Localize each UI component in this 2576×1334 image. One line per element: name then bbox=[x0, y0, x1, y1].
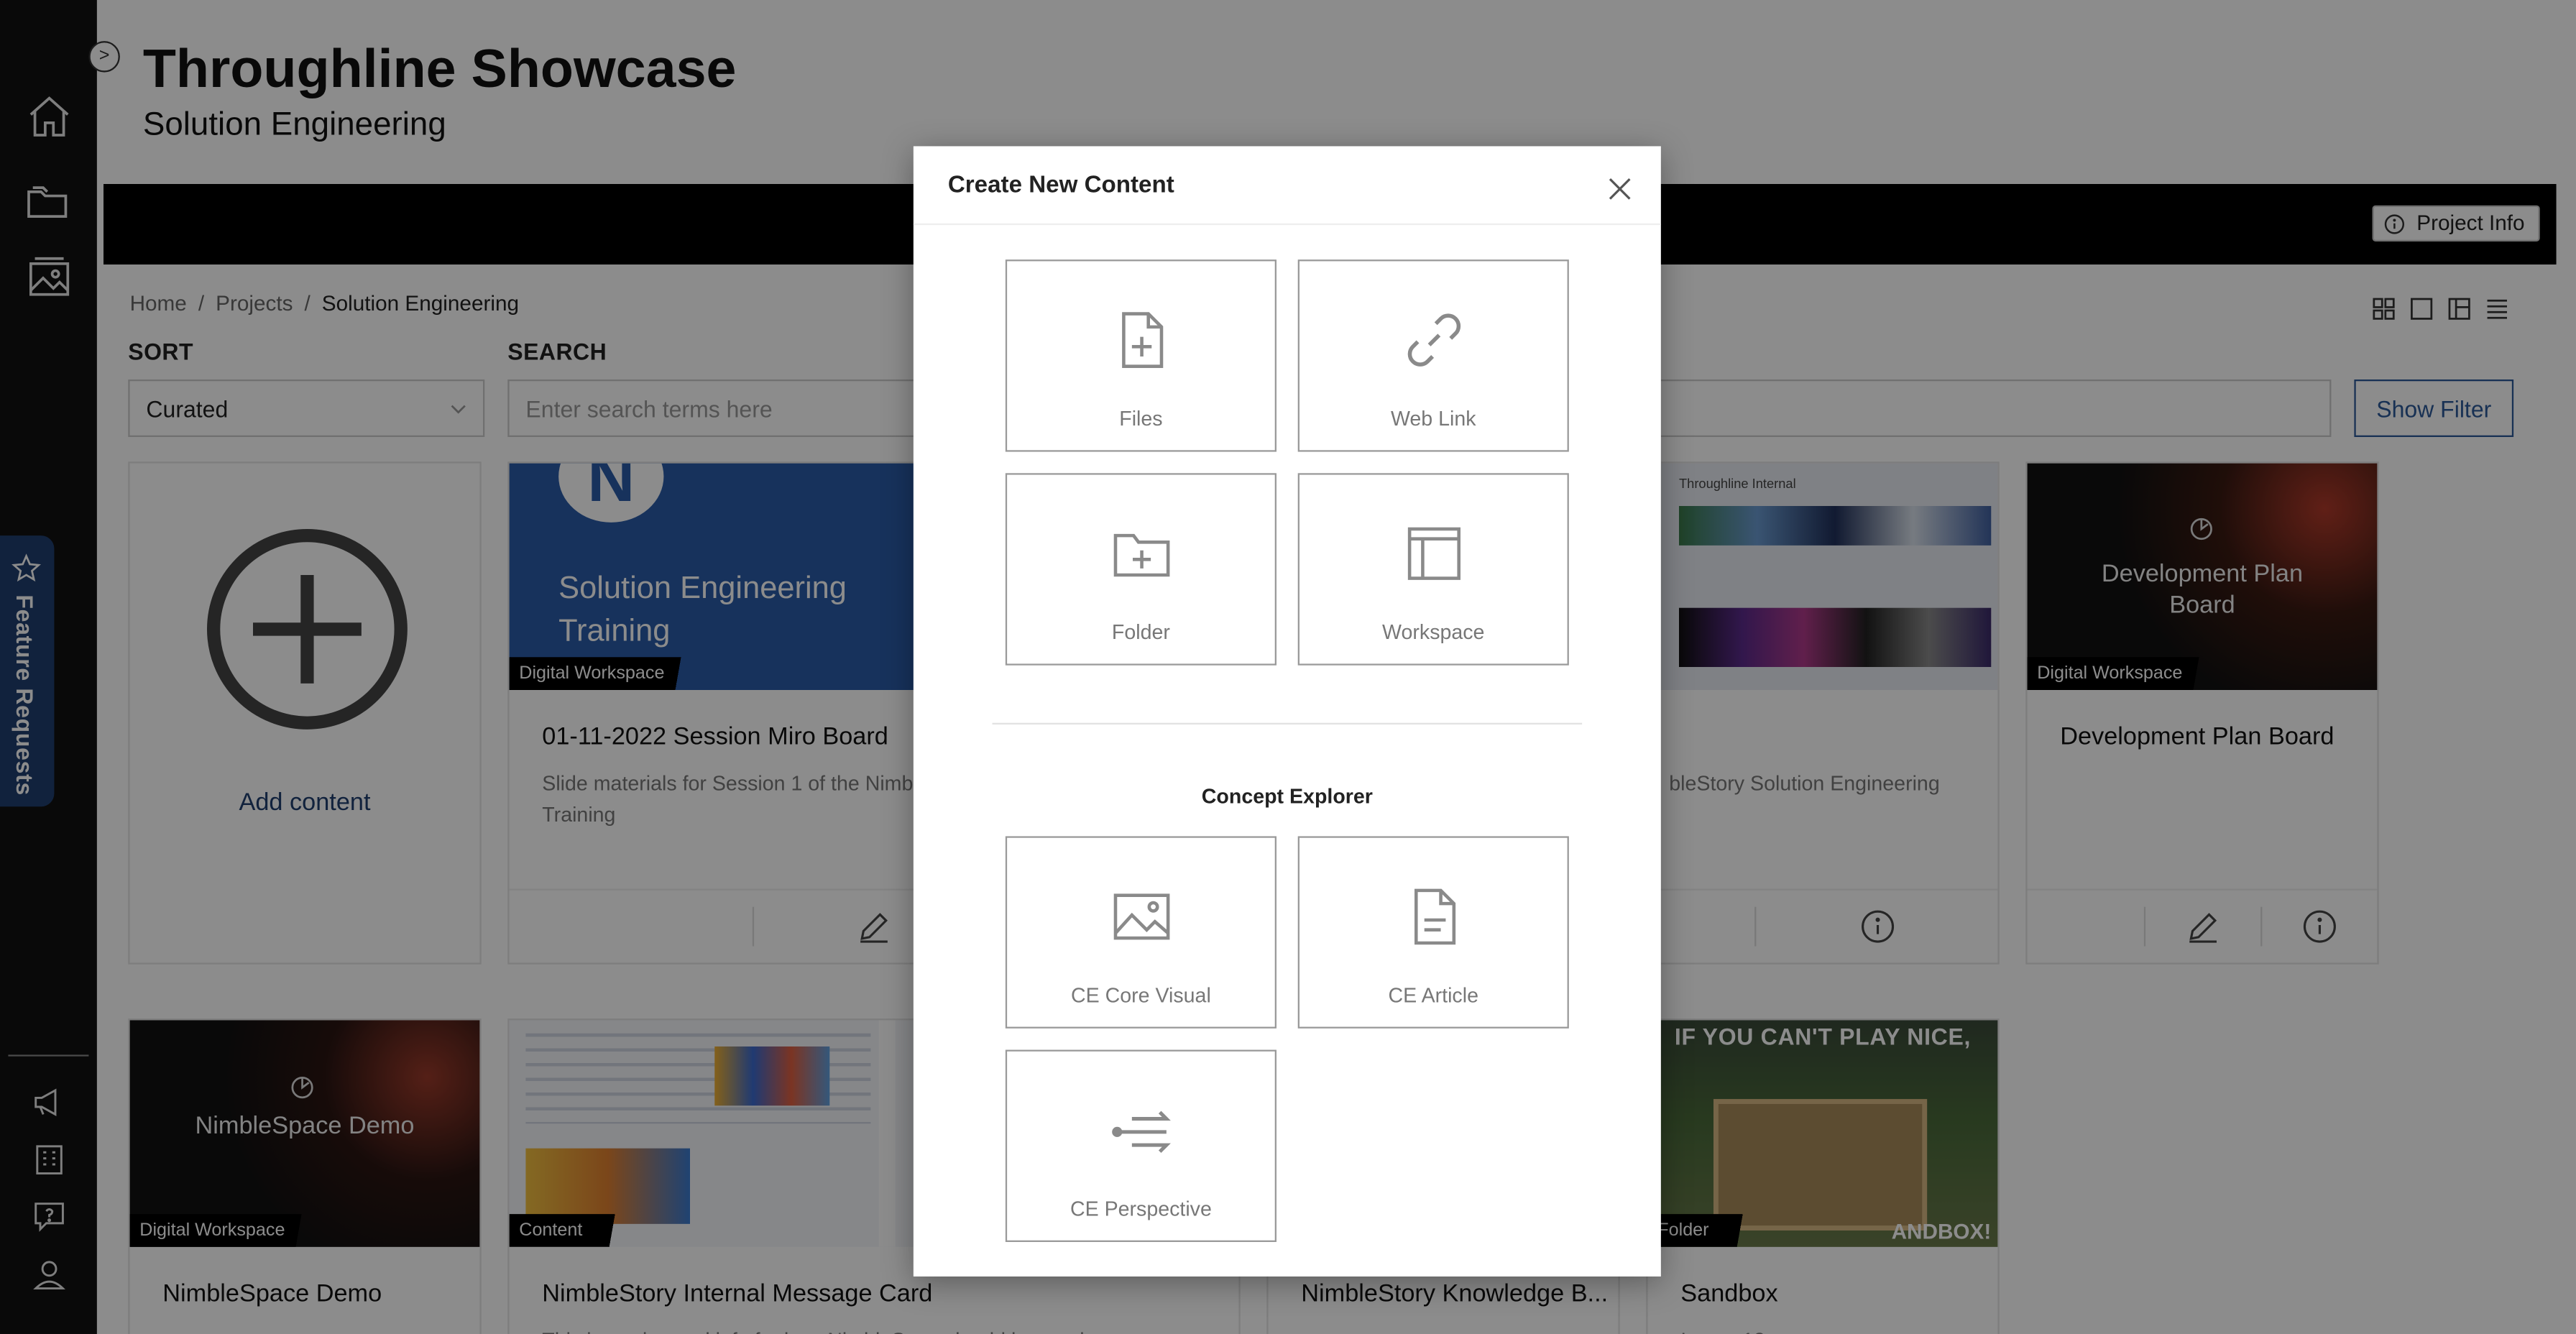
modal-divider bbox=[992, 722, 1583, 724]
create-web-link-tile[interactable]: Web Link bbox=[1297, 259, 1569, 452]
close-icon[interactable] bbox=[1606, 176, 1633, 203]
tile-label: CE Perspective bbox=[1070, 1197, 1212, 1221]
modal-title: Create New Content bbox=[947, 172, 1174, 199]
create-files-tile[interactable]: Files bbox=[1005, 259, 1276, 452]
create-content-modal: Create New Content Files Web Link Folder… bbox=[913, 146, 1661, 1276]
image-icon bbox=[1113, 893, 1170, 940]
tile-label: CE Article bbox=[1388, 984, 1478, 1008]
app-root: Feature Requests > Throughline Showcase … bbox=[0, 0, 2576, 1334]
create-ce-article-tile[interactable]: CE Article bbox=[1297, 836, 1569, 1029]
tile-label: Web Link bbox=[1390, 407, 1476, 431]
workspace-layout-icon bbox=[1407, 527, 1460, 580]
create-ce-perspective-tile[interactable]: CE Perspective bbox=[1005, 1049, 1276, 1242]
create-workspace-tile[interactable]: Workspace bbox=[1297, 473, 1569, 666]
document-icon bbox=[1414, 888, 1456, 945]
file-plus-icon bbox=[1122, 312, 1164, 368]
perspective-arrows-icon bbox=[1112, 1110, 1171, 1154]
modal-header: Create New Content bbox=[913, 146, 1661, 226]
tile-label: Files bbox=[1119, 407, 1163, 431]
concept-explorer-heading: Concept Explorer bbox=[1201, 785, 1373, 809]
folder-plus-icon bbox=[1113, 533, 1170, 577]
create-folder-tile[interactable]: Folder bbox=[1005, 473, 1276, 666]
create-ce-core-visual-tile[interactable]: CE Core Visual bbox=[1005, 836, 1276, 1029]
link-icon bbox=[1407, 313, 1461, 367]
tile-label: Folder bbox=[1111, 620, 1170, 644]
tile-label: CE Core Visual bbox=[1070, 984, 1211, 1008]
tile-label: Workspace bbox=[1382, 620, 1485, 644]
